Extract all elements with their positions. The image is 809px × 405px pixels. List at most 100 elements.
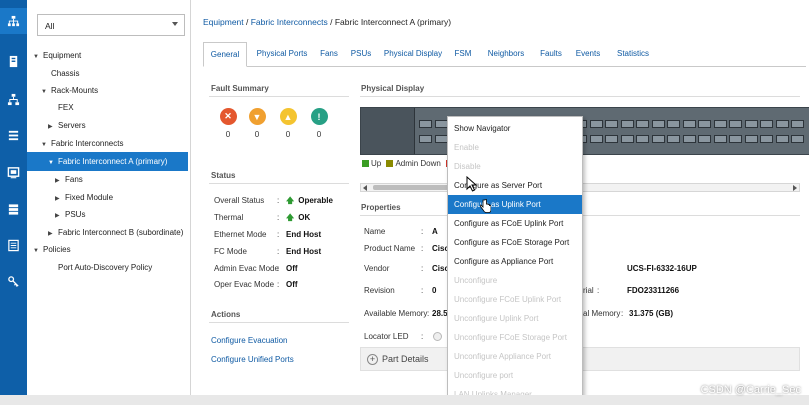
twisty-icon[interactable]: ▼ [48,155,58,172]
tab-general[interactable]: General [203,42,247,67]
switch-port[interactable] [729,135,742,143]
list-icon[interactable] [0,122,27,148]
tab-faults[interactable]: Faults [536,42,566,67]
fault-major[interactable]: ▼ 0 [247,108,267,139]
prop-label: Product Name [364,244,416,253]
switch-port[interactable] [589,135,603,143]
tree-item-policies[interactable]: ▼ Policies [33,241,71,258]
tree-item-servers[interactable]: ▶ Servers [48,117,86,134]
tree-item-fabric-interconnects[interactable]: ▼ Fabric Interconnects [41,135,123,152]
switch-faceplate[interactable] [360,107,809,155]
tab-fsm[interactable]: FSM [450,42,476,67]
tree-item-rack-mounts[interactable]: ▼ Rack-Mounts [41,82,98,99]
switch-port[interactable] [589,120,603,128]
switch-port[interactable] [775,135,789,143]
menu-item-show-navigator[interactable]: Show Navigator [448,119,582,138]
switch-port[interactable] [713,135,727,143]
scroll-left-icon[interactable] [363,185,367,191]
twisty-icon[interactable]: ▶ [55,208,65,225]
switch-port[interactable] [682,120,696,128]
breadcrumb-fabric-interconnects[interactable]: Fabric Interconnects [251,17,328,27]
tree-item-fabric-interconnect-b[interactable]: ▶ Fabric Interconnect B (subordinate) [48,224,183,241]
menu-item-configure-uplink-port[interactable]: Configure as Uplink Port [448,195,582,214]
switch-port[interactable] [605,135,618,143]
twisty-icon[interactable]: ▼ [33,49,43,66]
tab-physical-display[interactable]: Physical Display [381,42,445,67]
fault-critical[interactable]: ✕ 0 [218,108,238,139]
bottom-status-bar [0,395,809,405]
nav-filter-select[interactable]: All [37,14,185,36]
switch-port[interactable] [729,120,742,128]
switch-port[interactable] [698,120,711,128]
tab-fans[interactable]: Fans [316,42,342,67]
tree-item-psus[interactable]: ▶ PSUs [55,206,85,223]
status-colon: : [277,230,280,239]
tree-item-chassis[interactable]: Chassis [41,65,79,82]
breadcrumb-equipment[interactable]: Equipment [203,17,244,27]
scrollbar-thumb[interactable] [373,185,453,190]
menu-item-configure-fcoe-uplink-port[interactable]: Configure as FCoE Uplink Port [448,214,582,233]
switch-port[interactable] [636,120,649,128]
tree-item-fixed-module[interactable]: ▶ Fixed Module [55,189,113,206]
switch-port[interactable] [791,120,804,128]
tab-physical-ports[interactable]: Physical Ports [251,42,313,67]
twisty-icon[interactable]: ▶ [48,119,58,136]
tab-neighbors[interactable]: Neighbors [483,42,529,67]
locator-led-indicator[interactable] [433,332,442,341]
switch-port[interactable] [620,135,634,143]
tree-item-fans[interactable]: ▶ Fans [55,171,83,188]
menu-item-configure-appliance-port[interactable]: Configure as Appliance Port [448,252,582,271]
plus-icon: + [367,354,378,365]
prop-label: Locator LED [364,332,409,341]
twisty-icon[interactable]: ▶ [55,173,65,190]
server-icon[interactable] [0,48,27,74]
tree-item-equipment[interactable]: ▼ Equipment [33,47,81,64]
menu-item-configure-fcoe-storage-port[interactable]: Configure as FCoE Storage Port [448,233,582,252]
tree-item-fabric-interconnect-a[interactable]: ▼ Fabric Interconnect A (primary) [48,153,167,170]
switch-port[interactable] [651,135,665,143]
legend-label: Up [371,159,382,168]
twisty-icon[interactable]: ▼ [33,243,43,260]
switch-port[interactable] [667,120,680,128]
tab-events[interactable]: Events [571,42,605,67]
switch-port[interactable] [698,135,711,143]
switch-port[interactable] [605,120,618,128]
switch-port[interactable] [434,120,448,128]
admin-icon[interactable] [0,232,27,258]
switch-port[interactable] [667,135,680,143]
storage-icon[interactable] [0,196,27,222]
prop-label: Revision [364,286,395,295]
switch-port[interactable] [434,135,448,143]
switch-port[interactable] [760,120,773,128]
switch-port[interactable] [775,120,789,128]
fault-minor[interactable]: ▲ 0 [278,108,298,139]
switch-port[interactable] [651,120,665,128]
tree-item-label: Fixed Module [65,193,114,202]
fault-warning[interactable]: ! 0 [309,108,329,139]
switch-port[interactable] [744,135,758,143]
configure-evacuation-link[interactable]: Configure Evacuation [211,336,288,345]
network-icon[interactable] [0,8,27,34]
switch-port[interactable] [791,135,804,143]
prop-name: Name [364,223,385,240]
tree-icon[interactable] [0,86,27,112]
breadcrumb-separator: / [243,17,251,27]
key-icon[interactable] [0,268,27,294]
tab-statistics[interactable]: Statistics [610,42,656,67]
switch-port[interactable] [419,120,432,128]
switch-port[interactable] [713,120,727,128]
configure-unified-ports-link[interactable]: Configure Unified Ports [211,355,294,364]
twisty-icon[interactable]: ▼ [41,137,51,154]
switch-port[interactable] [760,135,773,143]
switch-port[interactable] [682,135,696,143]
tree-item-fex[interactable]: FEX [48,99,74,116]
switch-port[interactable] [636,135,649,143]
scroll-right-icon[interactable] [793,185,797,191]
switch-port[interactable] [744,120,758,128]
tab-psus[interactable]: PSUs [346,42,376,67]
tree-item-port-auto-discovery-policy[interactable]: Port Auto-Discovery Policy [48,259,152,276]
switch-port[interactable] [419,135,432,143]
vm-icon[interactable] [0,159,27,185]
switch-port[interactable] [620,120,634,128]
tree-item-label: Servers [58,121,86,130]
